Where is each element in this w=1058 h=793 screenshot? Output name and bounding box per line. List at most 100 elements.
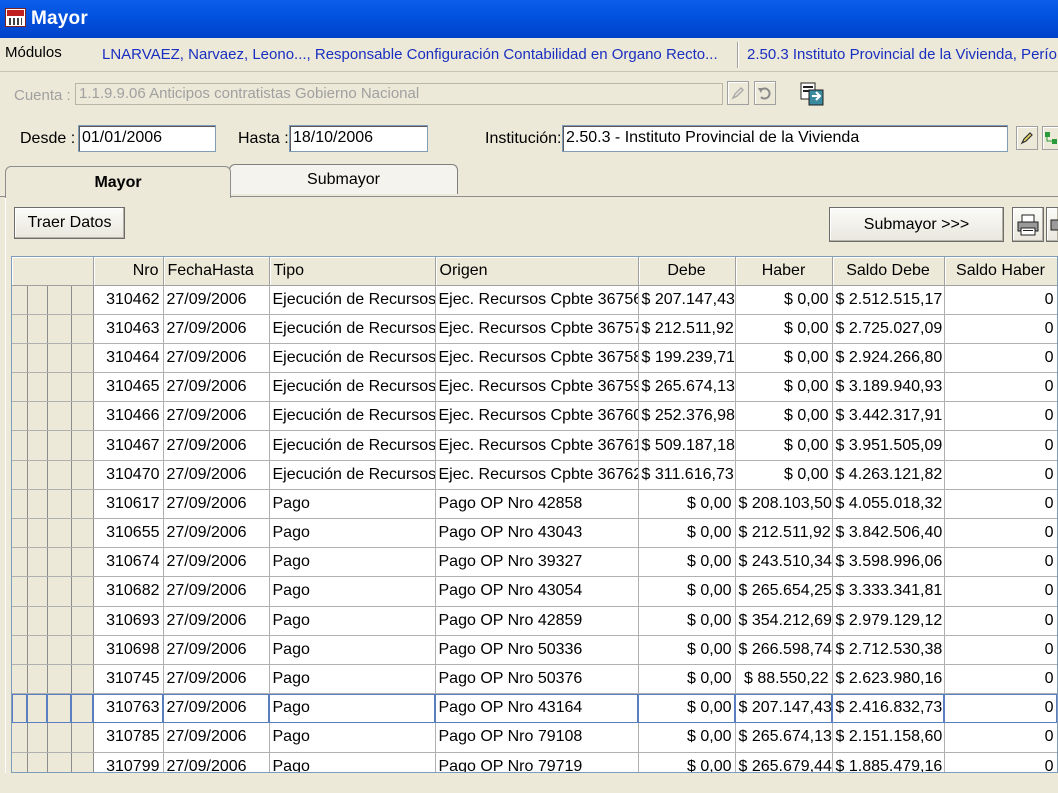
table-cell[interactable]: Pago OP Nro 42859 [435,606,639,636]
table-cell[interactable]: $ 311.616,73 [638,460,736,490]
table-cell[interactable]: $ 3.951.505,09 [832,430,945,461]
table-cell[interactable]: $ 0,00 [735,285,833,315]
table-cell[interactable]: 0 [944,722,1057,753]
table-cell[interactable]: 310462 [93,285,164,315]
table-cell[interactable]: Ejec. Recursos Cpbte 36762 [435,460,639,490]
table-cell[interactable]: Pago OP Nro 50336 [435,635,639,665]
table-cell[interactable]: 27/09/2006 [163,460,270,490]
column-header[interactable]: Debe [638,257,736,286]
table-cell[interactable]: 27/09/2006 [163,664,270,695]
table-cell[interactable]: 310674 [93,547,164,578]
table-cell[interactable]: $ 208.103,50 [735,489,833,520]
table-cell[interactable]: 310763 [93,693,164,724]
table-cell[interactable]: $ 0,00 [638,664,736,695]
cuenta-field[interactable]: 1.1.9.9.06 Anticipos contratistas Gobier… [75,83,723,105]
table-cell[interactable]: $ 3.333.341,81 [832,576,945,607]
table-cell[interactable]: Pago [269,693,436,724]
table-cell[interactable]: $ 0,00 [735,372,833,403]
table-cell[interactable]: 310467 [93,430,164,461]
table-cell[interactable]: $ 199.239,71 [638,343,736,374]
table-cell[interactable]: 27/09/2006 [163,606,270,636]
table-cell[interactable]: Ejec. Recursos Cpbte 36757 [435,314,639,344]
undo-button[interactable] [754,81,776,105]
table-cell[interactable]: $ 0,00 [638,693,736,724]
table-cell[interactable]: Ejec. Recursos Cpbte 36759 [435,372,639,403]
table-cell[interactable]: $ 2.979.129,12 [832,606,945,636]
column-header[interactable]: Origen [435,257,639,286]
submayor-button[interactable]: Submayor >>> [829,207,1004,242]
table-cell[interactable]: 27/09/2006 [163,285,270,315]
table-cell[interactable]: $ 265.679,44 [735,752,833,772]
table-cell[interactable]: $ 0,00 [735,343,833,374]
institucion-input[interactable]: 2.50.3 - Instituto Provincial de la Vivi… [562,125,1008,152]
table-row[interactable]: 310693 27/09/2006 Pago Pago OP Nro 42859 $ 0… [12,606,1057,636]
table-cell[interactable]: 27/09/2006 [163,547,270,578]
column-header[interactable]: Saldo Haber [944,257,1057,286]
table-cell[interactable]: $ 207.147,43 [638,285,736,315]
table-row[interactable]: 310467 27/09/2006 Ejecución de Recursos Eje… [12,430,1057,461]
table-row[interactable]: 310462 27/09/2006 Ejecución de Recursos Eje… [12,285,1057,315]
table-cell[interactable]: 27/09/2006 [163,518,270,549]
table-row[interactable]: 310745 27/09/2006 Pago Pago OP Nro 50376 $ 0… [12,664,1057,695]
table-cell[interactable]: 27/09/2006 [163,722,270,753]
table-cell[interactable]: Pago [269,635,436,665]
table-cell[interactable]: Ejecución de Recursos [269,401,436,432]
table-cell[interactable]: Pago [269,518,436,549]
table-cell[interactable]: 0 [944,343,1057,374]
table-cell[interactable]: Pago OP Nro 43054 [435,576,639,607]
table-cell[interactable]: Ejec. Recursos Cpbte 36761 [435,430,639,461]
table-cell[interactable]: 310682 [93,576,164,607]
table-cell[interactable]: $ 0,00 [735,430,833,461]
table-cell[interactable]: $ 4.055.018,32 [832,489,945,520]
table-cell[interactable]: $ 2.924.266,80 [832,343,945,374]
table-cell[interactable]: 310785 [93,722,164,753]
table-cell[interactable]: Pago [269,547,436,578]
table-row[interactable]: 310682 27/09/2006 Pago Pago OP Nro 43054 $ 0… [12,576,1057,607]
table-cell[interactable]: Ejec. Recursos Cpbte 36760 [435,401,639,432]
table-cell[interactable]: Pago OP Nro 42858 [435,489,639,520]
table-cell[interactable]: 27/09/2006 [163,430,270,461]
table-cell[interactable]: 0 [944,401,1057,432]
column-header[interactable]: FechaHasta [163,257,270,286]
table-cell[interactable]: $ 0,00 [638,547,736,578]
column-header[interactable]: Haber [735,257,833,286]
table-cell[interactable]: $ 2.151.158,60 [832,722,945,753]
table-cell[interactable]: $ 354.212,69 [735,606,833,636]
table-cell[interactable]: $ 266.598,74 [735,635,833,665]
desde-input[interactable]: 01/01/2006 [78,125,216,152]
cuenta-lookup-button[interactable] [727,81,749,105]
table-cell[interactable]: Pago [269,664,436,695]
table-cell[interactable]: 27/09/2006 [163,314,270,344]
table-row[interactable]: 310763 27/09/2006 Pago Pago OP Nro 43164 $ 0… [12,693,1057,724]
institucion-lookup-button[interactable] [1016,126,1038,150]
table-cell[interactable]: 0 [944,576,1057,607]
table-cell[interactable]: 0 [944,460,1057,490]
table-cell[interactable]: Pago [269,489,436,520]
table-row[interactable]: 310466 27/09/2006 Ejecución de Recursos Eje… [12,401,1057,432]
table-cell[interactable]: Ejec. Recursos Cpbte 36756 [435,285,639,315]
table-cell[interactable]: Pago OP Nro 39327 [435,547,639,578]
table-cell[interactable]: $ 0,00 [638,606,736,636]
table-cell[interactable]: 27/09/2006 [163,635,270,665]
table-cell[interactable]: 0 [944,693,1057,724]
table-cell[interactable]: 27/09/2006 [163,401,270,432]
table-cell[interactable]: $ 509.187,18 [638,430,736,461]
table-row[interactable]: 310463 27/09/2006 Ejecución de Recursos Eje… [12,314,1057,344]
table-row[interactable]: 310799 27/09/2006 Pago Pago OP Nro 79719 $ 0… [12,752,1057,772]
table-cell[interactable]: 310745 [93,664,164,695]
table-cell[interactable]: Ejecución de Recursos [269,343,436,374]
table-cell[interactable]: $ 0,00 [638,518,736,549]
table-cell[interactable]: 27/09/2006 [163,343,270,374]
table-cell[interactable]: $ 0,00 [638,576,736,607]
modules-label[interactable]: Módulos [5,44,62,61]
table-row[interactable]: 310674 27/09/2006 Pago Pago OP Nro 39327 $ 0… [12,547,1057,578]
print-preview-button[interactable] [1046,207,1058,242]
column-header[interactable]: Tipo [269,257,436,286]
table-cell[interactable]: $ 0,00 [638,635,736,665]
table-cell[interactable]: 310463 [93,314,164,344]
table-cell[interactable]: $ 243.510,34 [735,547,833,578]
table-cell[interactable]: $ 88.550,22 [735,664,833,695]
table-cell[interactable]: 310693 [93,606,164,636]
table-cell[interactable]: $ 3.598.996,06 [832,547,945,578]
table-cell[interactable]: $ 252.376,98 [638,401,736,432]
